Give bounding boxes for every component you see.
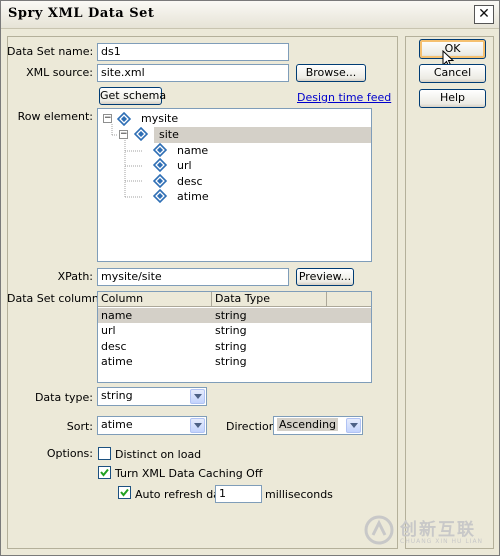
sort-label: Sort: [66,420,93,433]
chevron-down-icon[interactable] [190,418,205,433]
tree-node-desc[interactable]: desc [177,174,203,189]
table-row[interactable]: desc string [98,339,371,354]
cell-type: string [215,309,247,322]
element-diamond-icon [153,143,167,157]
cell-column: url [101,324,116,337]
help-button[interactable]: Help [419,89,486,108]
get-schema-button[interactable]: Get schema [99,87,166,105]
tree-expander-site[interactable]: − [119,130,128,139]
grid-header: Column Data Type [98,292,371,307]
distinct-checkbox[interactable] [98,447,111,460]
element-diamond-icon [134,127,148,141]
cell-column: name [101,309,133,322]
direction-label: Direction: [226,420,280,433]
table-row[interactable]: url string [98,323,371,338]
tree-node-atime[interactable]: atime [177,189,209,204]
cell-column: atime [101,355,133,368]
preview-button[interactable]: Preview... [296,268,354,286]
dialog-title: Spry XML Data Set [8,6,155,21]
columns-grid[interactable]: Column Data Type name string url string … [97,291,372,383]
tree-node-name[interactable]: name [177,143,208,158]
row-element-label: Row element: [17,110,93,123]
columns-label: Data Set columns: [7,292,109,305]
grid-header-datatype[interactable]: Data Type [212,292,327,307]
tree-node-site[interactable]: site [159,127,179,142]
direction-select[interactable]: Ascending [273,416,363,435]
data-type-label: Data type: [34,391,93,404]
data-set-name-label: Data Set name: [7,45,94,58]
sort-select[interactable]: atime [97,416,207,435]
watermark-sub: CHUANG XIN HU LIAN [400,538,484,545]
row-element-tree[interactable]: − mysite − site name url desc atime [97,108,372,262]
chevron-down-icon[interactable] [190,389,205,404]
tree-expander-mysite[interactable]: − [103,114,112,123]
distinct-label[interactable]: Distinct on load [115,448,201,461]
element-diamond-icon [153,174,167,188]
checkmark-icon [120,488,129,497]
data-type-value: string [101,389,133,402]
brand-logo-icon [364,515,394,545]
checkmark-icon [100,468,109,477]
table-row[interactable]: name string [98,308,371,323]
autorefresh-checkbox[interactable] [118,486,131,499]
grid-header-column[interactable]: Column [98,292,212,307]
element-diamond-icon [153,158,167,172]
cancel-button[interactable]: Cancel [419,64,486,83]
element-diamond-icon [117,112,131,126]
sort-value: atime [101,418,133,431]
watermark-logo: 创新互联 CHUANG XIN HU LIAN [352,505,500,555]
xpath-input[interactable]: mysite/site [97,268,289,286]
cell-type: string [215,340,247,353]
xml-source-input[interactable]: site.xml [97,64,289,82]
xml-source-label: XML source: [26,66,93,79]
cell-type: string [215,355,247,368]
watermark-brand: 创新互联 [400,520,476,540]
direction-value: Ascending [277,418,339,431]
element-diamond-icon [153,189,167,203]
chevron-down-icon[interactable] [346,418,361,433]
design-time-feed-link[interactable]: Design time feed [297,91,391,104]
close-icon[interactable]: ✕ [474,5,494,24]
tree-node-mysite[interactable]: mysite [141,111,178,126]
xpath-label: XPath: [57,270,93,283]
options-label: Options: [46,447,93,460]
browse-button[interactable]: Browse... [296,64,366,82]
data-set-name-input[interactable]: ds1 [97,43,289,61]
data-type-select[interactable]: string [97,387,207,406]
caching-label[interactable]: Turn XML Data Caching Off [115,467,262,480]
tree-node-url[interactable]: url [177,158,192,173]
table-row[interactable]: atime string [98,354,371,369]
caching-checkbox[interactable] [98,466,111,479]
cell-type: string [215,324,247,337]
cell-column: desc [101,340,127,353]
milliseconds-label: milliseconds [265,488,333,501]
buttons-panel [405,36,494,549]
autorefresh-input[interactable]: 1 [215,485,262,503]
